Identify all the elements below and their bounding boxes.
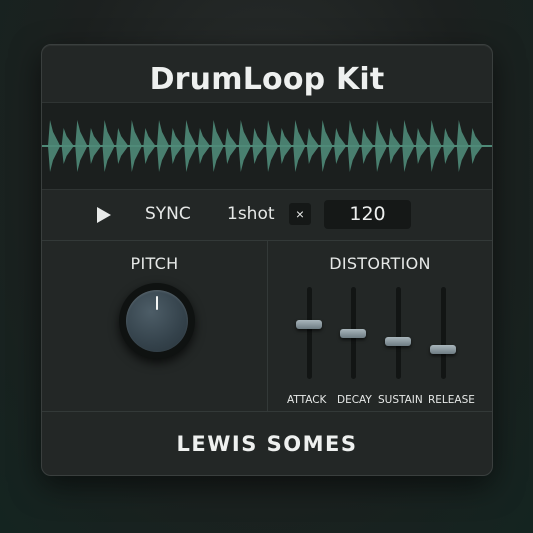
waveform-transient (470, 128, 483, 164)
waveform-transient (211, 120, 224, 172)
sync-button[interactable]: SYNC (145, 202, 191, 226)
bpm-field[interactable]: 120 (324, 200, 411, 229)
decay-slider[interactable] (340, 287, 366, 379)
release-label: RELEASE (428, 394, 475, 406)
waveform-transient (102, 120, 115, 172)
waveform-transient (347, 120, 360, 172)
slider-track (307, 287, 312, 379)
brand-name: LEWIS SOMES (42, 411, 492, 475)
release-slider-thumb[interactable] (430, 345, 456, 355)
waveform-transient (306, 128, 320, 164)
plugin-title: DrumLoop Kit (149, 62, 385, 97)
waveform-transient (129, 120, 142, 172)
waveform-display[interactable] (42, 102, 492, 190)
pitch-knob[interactable] (119, 283, 195, 359)
pitch-section: PITCH (42, 241, 268, 411)
waveform-transient (402, 120, 415, 172)
waveform-transient (334, 128, 347, 164)
waveform-transient (361, 128, 374, 164)
waveform-transient (429, 120, 442, 172)
waveform-transient (252, 128, 265, 164)
waveform-transient (293, 120, 306, 172)
waveform-transient (266, 120, 279, 172)
plugin-panel: DrumLoop Kit SYNC 1shot × 120 PITCH DIST… (41, 44, 493, 476)
waveform-transient (143, 128, 156, 164)
play-icon[interactable] (97, 207, 111, 223)
waveform-transient (456, 120, 469, 172)
waveform-transient (238, 120, 251, 172)
sustain-slider[interactable] (385, 287, 411, 379)
slider-track (396, 287, 401, 379)
waveform-transient (279, 128, 292, 164)
distortion-title: DISTORTION (329, 254, 431, 273)
waveform-transient (61, 128, 74, 164)
decay-label: DECAY (337, 394, 372, 406)
waveform-transient (197, 128, 211, 164)
waveform-transient (415, 128, 429, 164)
knob-indicator (156, 296, 158, 310)
sustain-slider-thumb[interactable] (385, 336, 411, 346)
slider-track (441, 287, 446, 379)
waveform-transient (375, 120, 388, 172)
waveform-graphic (42, 120, 492, 172)
oneshot-button[interactable]: 1shot (227, 202, 275, 226)
sustain-label: SUSTAIN (378, 394, 423, 406)
waveform-transient (88, 128, 102, 164)
waveform-transient (170, 128, 183, 164)
distortion-section: DISTORTION ATTACK DECAY SUSTAIN RELEASE (268, 241, 492, 411)
pitch-title: PITCH (130, 254, 179, 273)
waveform-transient (225, 128, 238, 164)
waveform-transient (157, 120, 170, 172)
waveform-transient (48, 120, 61, 172)
attack-label: ATTACK (287, 394, 327, 406)
attack-slider-thumb[interactable] (296, 320, 322, 330)
release-slider[interactable] (430, 287, 456, 379)
waveform-transient (388, 128, 401, 164)
waveform-transient (443, 128, 456, 164)
waveform-transient (184, 120, 197, 172)
pitch-knob-cap (126, 290, 188, 352)
waveform-transient (320, 120, 333, 172)
waveform-transient (75, 120, 88, 172)
waveform-transient (116, 128, 129, 164)
attack-slider[interactable] (296, 287, 322, 379)
decay-slider-thumb[interactable] (340, 328, 366, 338)
close-icon[interactable]: × (289, 203, 311, 225)
transport-bar: SYNC 1shot × 120 (42, 188, 492, 241)
